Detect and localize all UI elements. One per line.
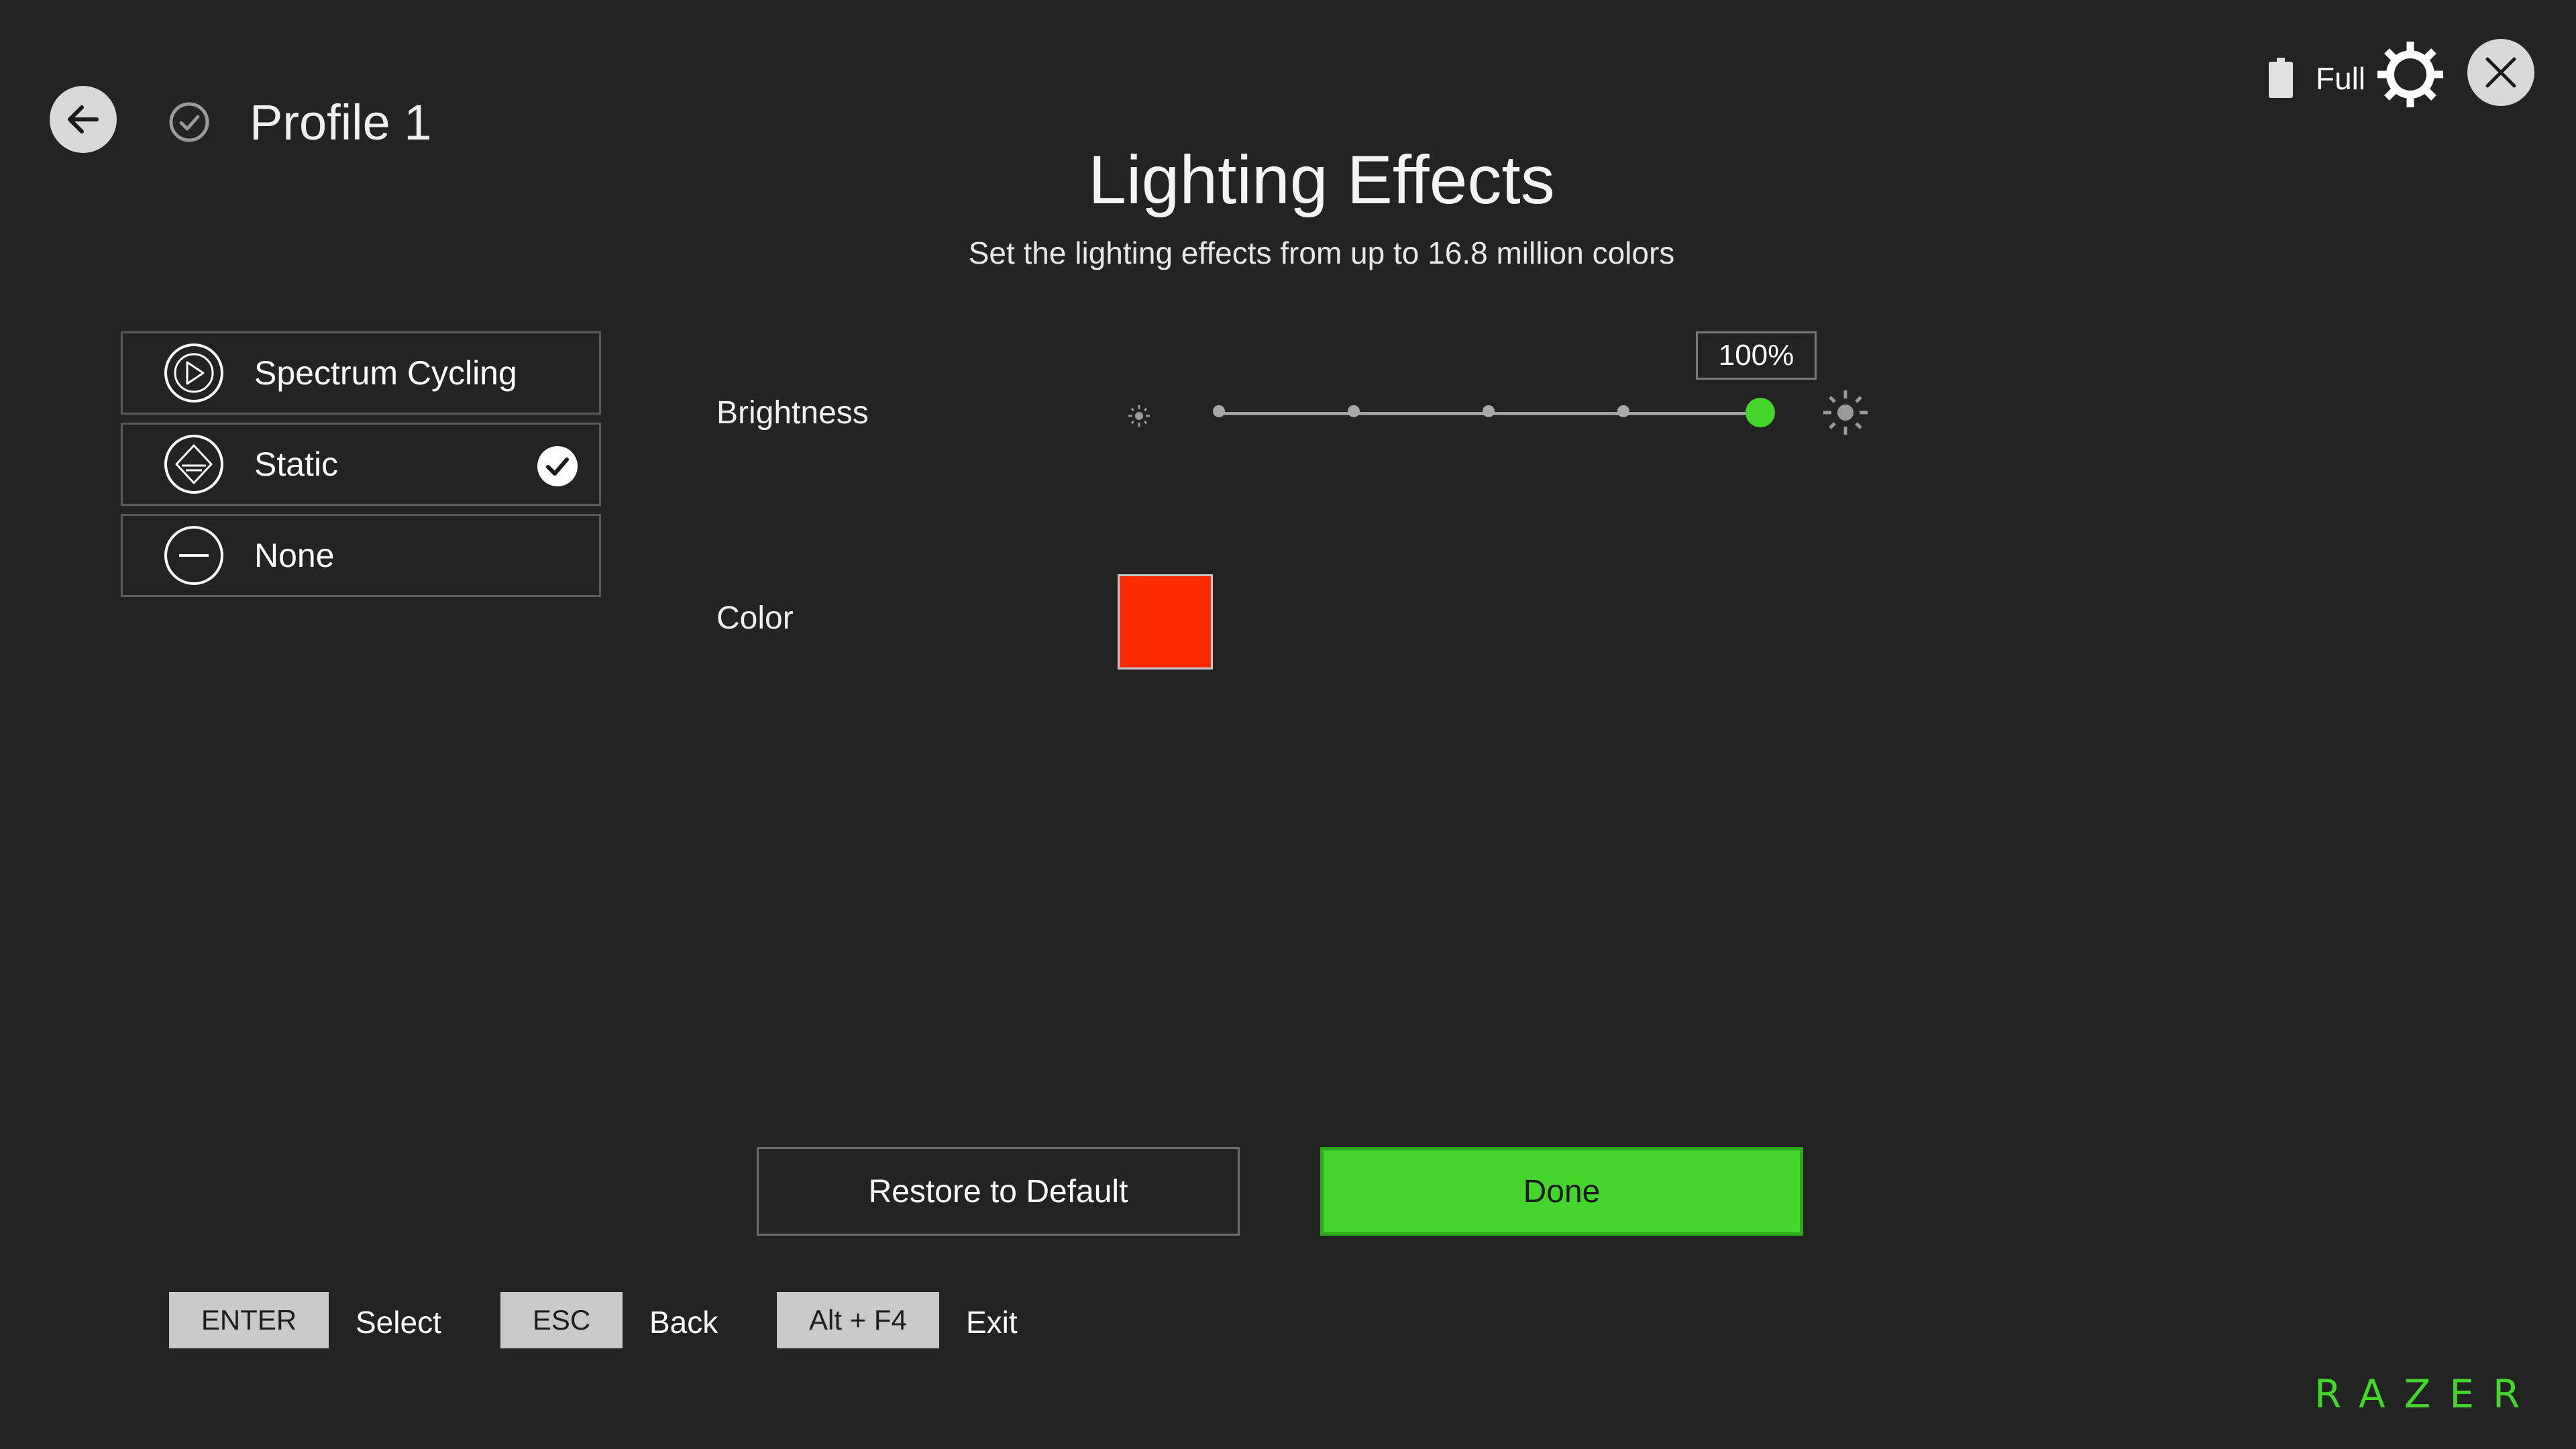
battery-icon xyxy=(2269,58,2293,98)
done-button[interactable]: Done xyxy=(1320,1147,1803,1236)
enter-key-hint: ENTER xyxy=(169,1292,329,1348)
slider-tick xyxy=(1483,405,1495,417)
none-icon xyxy=(164,526,223,585)
gear-icon[interactable] xyxy=(2373,38,2447,111)
close-icon xyxy=(2485,57,2516,88)
spectrum-cycling-icon xyxy=(164,343,223,402)
color-swatch[interactable] xyxy=(1118,574,1213,669)
static-icon xyxy=(164,435,223,494)
slider-tick xyxy=(1617,405,1629,417)
effect-item-static[interactable]: Static xyxy=(121,423,601,506)
brightness-label: Brightness xyxy=(716,395,869,431)
profile-active-check-icon xyxy=(169,102,209,142)
effect-item-none[interactable]: None xyxy=(121,514,601,597)
brightness-high-icon xyxy=(1823,390,1868,435)
brightness-slider-thumb[interactable] xyxy=(1746,398,1775,427)
enter-key-action: Select xyxy=(356,1305,441,1340)
selected-check-icon xyxy=(537,446,578,486)
effect-label: None xyxy=(254,537,335,574)
battery-status: Full xyxy=(2316,61,2366,96)
alt-f4-key-hint: Alt + F4 xyxy=(777,1292,939,1348)
effect-label: Static xyxy=(254,445,339,483)
restore-default-button[interactable]: Restore to Default xyxy=(757,1147,1240,1236)
esc-key-action: Back xyxy=(649,1305,718,1340)
slider-tick xyxy=(1213,405,1225,417)
page-title: Lighting Effects xyxy=(1088,142,1555,218)
alt-f4-key-action: Exit xyxy=(966,1305,1018,1340)
lighting-effects-screen: Profile 1 Full Lighting Effects Set the … xyxy=(0,0,2576,1449)
page-subtitle: Set the lighting effects from up to 16.8… xyxy=(968,235,1675,270)
effect-item-spectrum-cycling[interactable]: Spectrum Cycling xyxy=(121,331,601,415)
arrow-left-icon xyxy=(68,105,99,133)
effect-label: Spectrum Cycling xyxy=(254,354,517,392)
slider-tick xyxy=(1348,405,1360,417)
close-button[interactable] xyxy=(2467,39,2534,106)
color-label: Color xyxy=(716,600,794,636)
razer-logo: RAZER xyxy=(2314,1371,2539,1417)
brightness-low-icon xyxy=(1128,405,1150,427)
brightness-value: 100% xyxy=(1696,331,1817,380)
esc-key-hint: ESC xyxy=(500,1292,623,1348)
